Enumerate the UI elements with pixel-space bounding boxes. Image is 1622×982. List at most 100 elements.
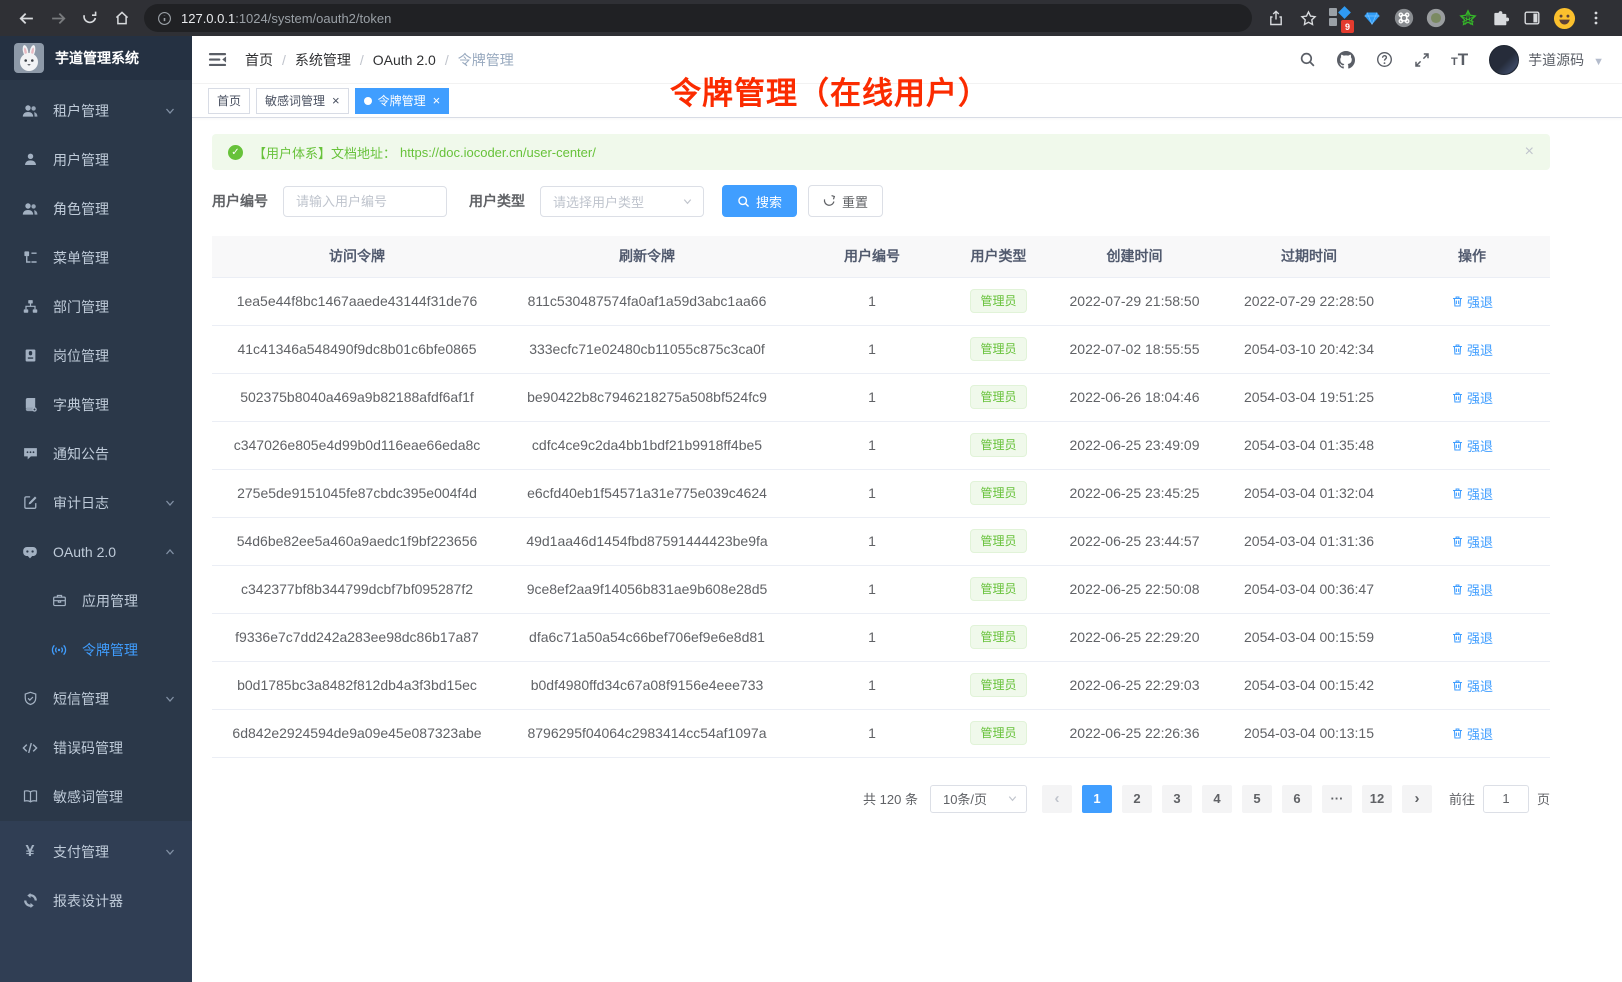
share-icon[interactable] [1263, 5, 1289, 31]
force-logout-button[interactable]: 强退 [1451, 580, 1493, 599]
tab-0[interactable]: 首页 [208, 88, 250, 114]
fullscreen-icon[interactable] [1414, 52, 1430, 68]
force-logout-button[interactable]: 强退 [1451, 628, 1493, 647]
sidebar-item-dict[interactable]: 字典管理 [0, 380, 192, 429]
page-ellipsis[interactable]: ··· [1322, 785, 1352, 813]
github-icon[interactable] [1337, 51, 1355, 69]
caret-down-icon: ▼ [1593, 57, 1604, 68]
page-button-5[interactable]: 5 [1242, 785, 1272, 813]
tab-2[interactable]: 令牌管理× [355, 88, 450, 114]
sidebar-item-notice[interactable]: 通知公告 [0, 429, 192, 478]
search-icon[interactable] [1299, 51, 1316, 68]
delete-icon [1451, 391, 1464, 404]
sidebar-item-tenant[interactable]: 租户管理 [0, 86, 192, 135]
doc-alert: ✓ 【用户体系】文档地址： https://doc.iocoder.cn/use… [212, 134, 1550, 170]
force-logout-button[interactable]: 强退 [1451, 724, 1493, 743]
cell-access-token: 1ea5e44f8bc1467aaede43144f31de76 [212, 277, 502, 325]
page-button-2[interactable]: 2 [1122, 785, 1152, 813]
app-logo-bar[interactable]: 芋道管理系统 [0, 36, 192, 80]
page-button-1[interactable]: 1 [1082, 785, 1112, 813]
sidebar-item-sensitive-word[interactable]: 敏感词管理 [0, 772, 192, 821]
sidebar-item-label: 通知公告 [53, 444, 109, 464]
side-panel-icon[interactable] [1519, 5, 1545, 31]
page-button-6[interactable]: 6 [1282, 785, 1312, 813]
dot-extension-icon[interactable] [1423, 5, 1449, 31]
force-logout-button[interactable]: 强退 [1451, 532, 1493, 551]
sidebar-item-label: 支付管理 [53, 842, 109, 862]
profile-avatar-icon[interactable] [1551, 5, 1577, 31]
breadcrumb-item[interactable]: 系统管理 [295, 50, 351, 70]
cell-refresh-token: dfa6c71a50a54c66bef706ef9e6e8d81 [502, 613, 792, 661]
sidebar-item-pay[interactable]: ¥支付管理 [0, 827, 192, 876]
sidebar-item-oauth2-token[interactable]: 令牌管理 [0, 625, 192, 674]
command-extension-icon[interactable] [1391, 5, 1417, 31]
reload-icon[interactable] [77, 5, 103, 31]
sidebar-item-user[interactable]: 用户管理 [0, 135, 192, 184]
sidebar-item-oauth2-app[interactable]: 应用管理 [0, 576, 192, 625]
cell-user-id: 1 [792, 277, 952, 325]
star-extension-icon[interactable] [1455, 5, 1481, 31]
gem-extension-icon[interactable] [1359, 5, 1385, 31]
sidebar-item-error-code[interactable]: 错误码管理 [0, 723, 192, 772]
force-logout-button[interactable]: 强退 [1451, 676, 1493, 695]
user-type-select[interactable]: 请选择用户类型 [540, 186, 704, 217]
username: 芋道源码 [1528, 50, 1584, 70]
breadcrumb-item[interactable]: 首页 [245, 50, 273, 70]
address-bar[interactable]: 127.0.0.1:1024/system/oauth2/token [144, 4, 1252, 32]
cell-create-time: 2022-06-26 18:04:46 [1045, 373, 1224, 421]
breadcrumb-item[interactable]: OAuth 2.0 [373, 52, 436, 68]
sidebar-item-audit-log[interactable]: 审计日志 [0, 478, 192, 527]
forward-icon[interactable] [45, 5, 71, 31]
table-row: 54d6be82ee5a460a9aedc1f9bf22365649d1aa46… [212, 517, 1550, 565]
top-navbar: 首页/系统管理/OAuth 2.0/令牌管理 TT 芋道源码 ▼ [192, 36, 1622, 84]
sidebar-item-sms[interactable]: 短信管理 [0, 674, 192, 723]
sidebar-item-oauth2[interactable]: OAuth 2.0 [0, 527, 192, 576]
bookmark-star-icon[interactable] [1295, 5, 1321, 31]
alert-close-icon[interactable]: × [1525, 143, 1534, 161]
log-icon [21, 495, 39, 510]
user-id-input[interactable] [283, 186, 447, 217]
cell-access-token: 275e5de9151045fe87cbdc395e004f4d [212, 469, 502, 517]
tab-label: 敏感词管理 [265, 92, 325, 109]
avatar [1489, 45, 1519, 75]
sidebar-item-post[interactable]: 岗位管理 [0, 331, 192, 380]
user-menu[interactable]: 芋道源码 ▼ [1489, 45, 1604, 75]
sidebar-item-role[interactable]: 角色管理 [0, 184, 192, 233]
page-button-3[interactable]: 3 [1162, 785, 1192, 813]
sidebar-item-label: 审计日志 [53, 493, 109, 513]
help-icon[interactable] [1376, 51, 1393, 68]
sidebar-item-dept[interactable]: 部门管理 [0, 282, 192, 331]
force-logout-button[interactable]: 强退 [1451, 388, 1493, 407]
page-button-4[interactable]: 4 [1202, 785, 1232, 813]
sidebar-item-report-designer[interactable]: 报表设计器 [0, 876, 192, 925]
back-icon[interactable] [13, 5, 39, 31]
cell-access-token: 6d842e2924594de9a09e45e087323abe [212, 709, 502, 757]
doc-link[interactable]: https://doc.iocoder.cn/user-center/ [400, 145, 596, 160]
puzzle-extensions-icon[interactable] [1487, 5, 1513, 31]
extension-badge-icon[interactable]: 9 [1327, 5, 1353, 31]
font-size-icon[interactable]: TT [1451, 50, 1468, 70]
tab-close-icon[interactable]: × [433, 94, 441, 107]
prev-page-button[interactable]: ‹ [1042, 785, 1072, 813]
cell-user-type: 管理员 [952, 373, 1045, 421]
search-button[interactable]: 搜索 [722, 185, 797, 217]
sidebar-item-label: 菜单管理 [53, 248, 109, 268]
pagination: 共 120 条 10条/页 ‹ 123456···12 › 前往 页 [212, 785, 1550, 813]
site-info-icon[interactable] [156, 5, 172, 31]
force-logout-button[interactable]: 强退 [1451, 292, 1493, 311]
browser-menu-icon[interactable] [1583, 5, 1609, 31]
force-logout-button[interactable]: 强退 [1451, 436, 1493, 455]
goto-page-input[interactable] [1483, 785, 1529, 813]
reset-button[interactable]: 重置 [808, 185, 883, 217]
next-page-button[interactable]: › [1402, 785, 1432, 813]
sidebar-item-menu[interactable]: 菜单管理 [0, 233, 192, 282]
tab-close-icon[interactable]: × [332, 94, 340, 107]
page-button-12[interactable]: 12 [1362, 785, 1392, 813]
home-icon[interactable] [109, 5, 135, 31]
sidebar-item-label: 部门管理 [53, 297, 109, 317]
page-size-select[interactable]: 10条/页 [930, 785, 1027, 813]
force-logout-button[interactable]: 强退 [1451, 340, 1493, 359]
collapse-sidebar-icon[interactable] [208, 50, 227, 69]
force-logout-button[interactable]: 强退 [1451, 484, 1493, 503]
tab-1[interactable]: 敏感词管理 × [256, 88, 349, 114]
